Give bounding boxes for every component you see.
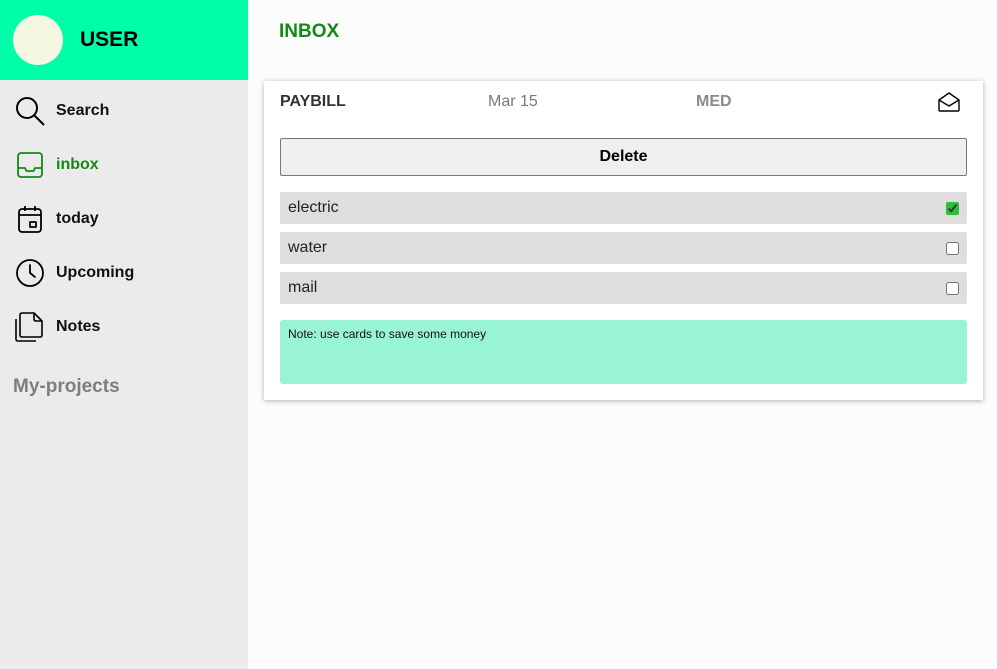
checklist-checkbox[interactable] — [946, 201, 959, 215]
checklist-item: electric — [280, 192, 967, 224]
sidebar-item-notes[interactable]: Notes — [0, 300, 248, 354]
envelope-open-icon[interactable] — [937, 90, 961, 114]
task-checklist: electric water mail — [280, 192, 967, 312]
checklist-item-label: electric — [288, 199, 339, 216]
main-content: INBOX PAYBILL Mar 15 MED Delete electric… — [248, 0, 997, 669]
sidebar-item-upcoming[interactable]: Upcoming — [0, 246, 248, 300]
search-icon — [14, 95, 46, 127]
avatar[interactable] — [13, 15, 63, 65]
task-priority: MED — [696, 93, 732, 110]
sidebar-item-label: Search — [56, 102, 110, 119]
sidebar-item-today[interactable]: today — [0, 192, 248, 246]
notes-stack-icon — [14, 311, 46, 343]
checklist-item-label: water — [288, 239, 328, 256]
task-card: PAYBILL Mar 15 MED Delete electric water — [264, 81, 983, 400]
checklist-item-label: mail — [288, 279, 318, 296]
task-due-date: Mar 15 — [488, 93, 538, 110]
sidebar-item-label: inbox — [56, 156, 99, 173]
sidebar-item-label: Notes — [56, 318, 101, 335]
sidebar-nav: Search inbox today Upcoming Notes — [0, 80, 248, 354]
checklist-checkbox[interactable] — [946, 241, 959, 255]
checklist-checkbox[interactable] — [946, 281, 959, 295]
calendar-icon — [14, 203, 46, 235]
page-title: INBOX — [279, 21, 340, 42]
checklist-item: mail — [280, 272, 967, 304]
task-note[interactable]: Note: use cards to save some money — [280, 320, 967, 384]
user-header: USER — [0, 0, 248, 80]
sidebar-item-search[interactable]: Search — [0, 84, 248, 138]
user-name: USER — [80, 28, 139, 51]
sidebar-item-inbox[interactable]: inbox — [0, 138, 248, 192]
sidebar: USER Search inbox today Upcoming Notes M… — [0, 0, 248, 669]
clock-icon — [14, 257, 46, 289]
sidebar-item-label: today — [56, 210, 99, 227]
task-card-header: PAYBILL Mar 15 MED — [264, 81, 983, 123]
checklist-item: water — [280, 232, 967, 264]
projects-section-title[interactable]: My-projects — [0, 376, 248, 398]
inbox-tray-icon — [14, 149, 46, 181]
delete-button[interactable]: Delete — [280, 138, 967, 176]
sidebar-item-label: Upcoming — [56, 264, 135, 281]
task-title: PAYBILL — [280, 93, 346, 110]
